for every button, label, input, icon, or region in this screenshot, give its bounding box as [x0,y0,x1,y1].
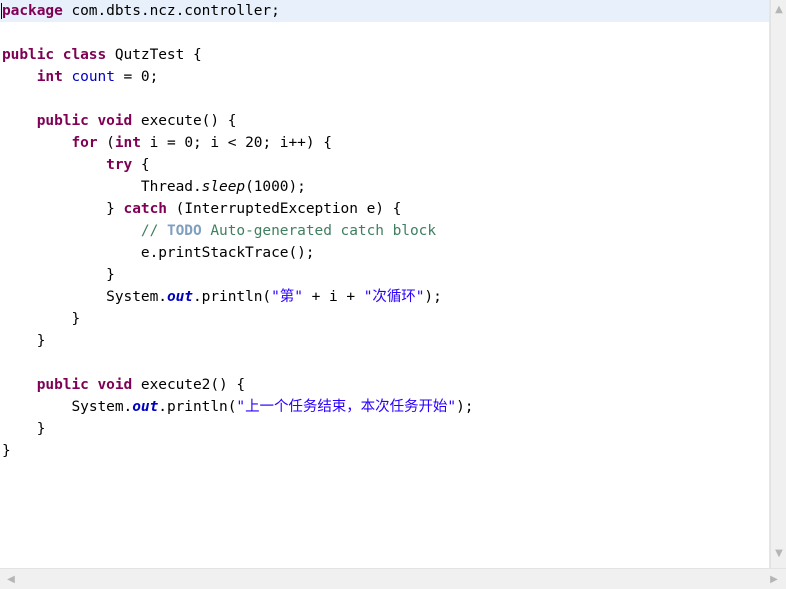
code-token-kw: catch [123,201,167,217]
code-token-kw: int [36,69,63,85]
code-line[interactable]: } [0,418,769,440]
code-token-plain: execute() { [132,113,237,129]
code-line[interactable]: } [0,264,769,286]
code-line[interactable]: System.out.println("上一个任务结束，本次任务开始"); [0,396,769,418]
code-line[interactable]: } [0,330,769,352]
code-line[interactable]: public void execute2() { [0,374,769,396]
code-token-plain: ); [456,399,474,415]
code-token-statfld: out [132,399,159,415]
code-line[interactable]: try { [0,154,769,176]
code-token-plain: .println( [158,399,237,415]
code-token-plain: + i + [302,289,364,305]
code-token-plain: = 0; [114,69,159,85]
code-token-plain: } [106,267,115,283]
code-line[interactable]: public void execute() { [0,110,769,132]
code-line[interactable]: int count = 0; [0,66,769,88]
code-token-plain: ); [424,289,442,305]
code-line[interactable]: public class QutzTest { [0,44,769,66]
code-token-plain: } [36,421,46,437]
code-line[interactable]: Thread.sleep(1000); [0,176,769,198]
code-line[interactable]: e.printStackTrace(); [0,242,769,264]
code-line[interactable] [0,88,769,110]
scroll-down-arrow-icon[interactable]: ▼ [771,546,786,562]
code-line[interactable]: } [0,308,769,330]
code-line[interactable]: // TODO Auto-generated catch block [0,220,769,242]
code-token-plain: Thread. [140,179,202,195]
code-token-field: count [71,69,115,85]
code-line[interactable]: } catch (InterruptedException e) { [0,198,769,220]
code-token-kw: package [2,3,63,19]
code-token-cmt: Auto-generated catch block [201,223,437,239]
code-token-plain: i = 0; i < 20; i++) { [140,135,332,151]
code-token-todo: TODO [166,223,202,239]
code-token-plain: } [71,311,81,327]
code-token-plain: e.printStackTrace(); [140,245,315,261]
vertical-scrollbar[interactable]: ▲ ▼ [770,0,786,568]
code-token-kw: public class [2,47,107,63]
horizontal-scrollbar[interactable]: ◀ ▶ [0,568,786,589]
code-token-str: "次循环" [363,289,425,305]
code-token-plain: } [106,201,124,217]
code-token-kw: public void [36,377,133,393]
code-editor-window: package com.dbts.ncz.controller; public … [0,0,786,589]
text-cursor [1,3,2,19]
code-token-plain: (1000); [245,179,306,195]
code-token-kw: for [71,135,98,151]
code-token-str: "上一个任务结束，本次任务开始" [236,399,457,415]
code-token-statfld: out [166,289,193,305]
code-token-plain: System. [71,399,133,415]
code-token-plain: { [132,157,150,173]
code-line[interactable] [0,22,769,44]
code-token-plain: } [36,333,46,349]
code-token-str: "第" [271,289,303,305]
code-lines-container: package com.dbts.ncz.controller; public … [0,0,769,462]
code-line[interactable]: System.out.println("第" + i + "次循环"); [0,286,769,308]
code-token-kw: try [106,157,133,173]
code-line[interactable] [0,352,769,374]
code-text-area[interactable]: package com.dbts.ncz.controller; public … [0,0,770,568]
scroll-up-arrow-icon[interactable]: ▲ [771,2,786,18]
code-line[interactable]: for (int i = 0; i < 20; i++) { [0,132,769,154]
code-token-plain: com.dbts.ncz.controller; [62,3,280,19]
code-line[interactable]: package com.dbts.ncz.controller; [0,0,769,22]
code-token-plain: ( [97,135,115,151]
scroll-left-arrow-icon[interactable]: ◀ [3,572,19,588]
code-token-plain: .println( [192,289,272,305]
code-token-plain: QutzTest { [106,47,202,63]
code-token-plain: System. [106,289,167,305]
code-token-plain: (InterruptedException e) { [166,201,402,217]
code-token-plain: execute2() { [132,377,246,393]
scroll-right-arrow-icon[interactable]: ▶ [766,572,782,588]
code-token-kw: int [114,135,141,151]
code-token-plain: } [2,443,11,459]
code-token-cmt: // [140,223,167,239]
code-token-statmth: sleep [201,179,246,195]
code-token-kw: public void [36,113,133,129]
code-line[interactable]: } [0,440,769,462]
